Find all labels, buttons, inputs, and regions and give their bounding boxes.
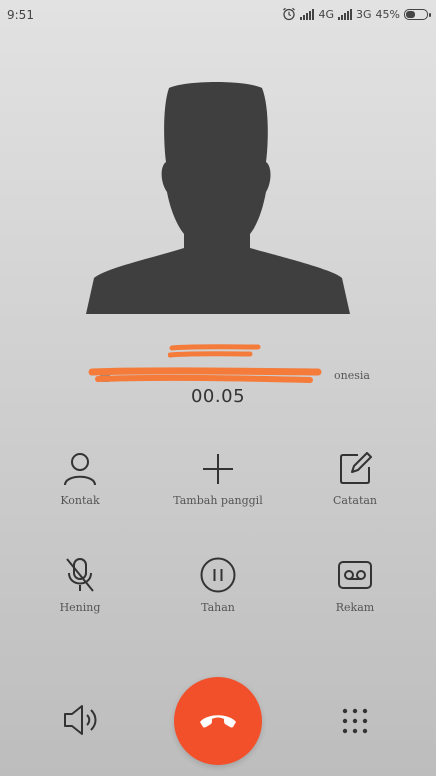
hold-button[interactable]: Tahan: [158, 557, 278, 614]
end-call-icon: [200, 715, 236, 728]
person-silhouette-icon: [86, 82, 350, 314]
record-icon: [338, 561, 372, 589]
status-icons: 4G 3G 45%: [282, 7, 431, 21]
mute-button[interactable]: Hening: [20, 557, 140, 614]
notes-label: Catatan: [332, 494, 378, 507]
network-type-1: 4G: [318, 7, 335, 21]
add-call-label: Tambah panggil: [173, 494, 263, 507]
signal-icon: [338, 8, 353, 20]
contact-avatar: [86, 82, 350, 314]
status-time: 9:51: [7, 8, 34, 22]
network-type-2: 3G: [356, 7, 372, 21]
signal-icon: [300, 8, 315, 20]
contacts-button[interactable]: Kontak: [20, 452, 140, 507]
caller-name-redaction: [168, 344, 261, 358]
contact-icon: [64, 453, 96, 486]
hold-label: Tahan: [201, 601, 235, 614]
dialpad-button[interactable]: [342, 708, 368, 738]
battery-icon: [404, 8, 431, 20]
notes-button[interactable]: Catatan: [295, 452, 415, 507]
caller-number-redaction: [88, 367, 322, 383]
note-icon: [340, 452, 372, 484]
mic-off-icon: [66, 558, 94, 592]
record-label: Rekam: [335, 601, 375, 614]
caller-location: onesia: [334, 369, 370, 382]
call-duration: 00.05: [190, 386, 246, 407]
speaker-button[interactable]: [62, 703, 100, 741]
battery-percent: 45%: [375, 7, 400, 21]
record-button[interactable]: Rekam: [295, 557, 415, 614]
plus-icon: [203, 454, 233, 484]
end-call-button[interactable]: [174, 677, 262, 765]
dialpad-icon: [342, 708, 368, 734]
contacts-label: Kontak: [60, 494, 100, 507]
caller-number-row: onesia: [86, 366, 370, 386]
speaker-icon: [64, 705, 97, 735]
add-call-button[interactable]: Tambah panggil: [158, 452, 278, 507]
mute-label: Hening: [59, 601, 101, 614]
alarm-icon: [283, 7, 296, 21]
status-bar: 9:51 4G 3G 45%: [0, 0, 436, 32]
pause-icon: [200, 557, 236, 593]
